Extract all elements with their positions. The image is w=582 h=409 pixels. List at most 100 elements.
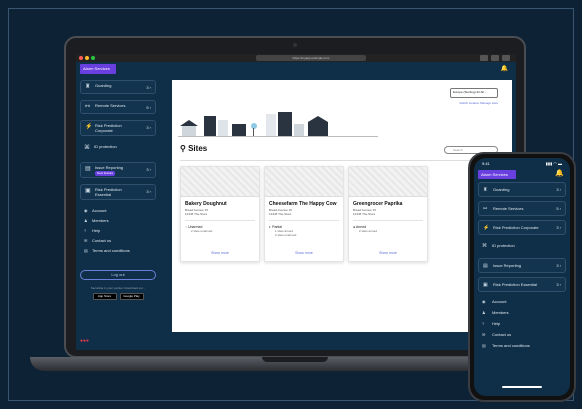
sidebar-links: ◉ Account ♟ Members ? Help ✉ Contact us ▤ Ter… — [80, 206, 168, 256]
show-more-link[interactable]: Show more — [349, 251, 427, 255]
contact-icon: ✉ — [482, 332, 486, 337]
phone-link-contact[interactable]: ✉ Contact us — [474, 329, 570, 340]
phone-header: Alarm Services 🔔 — [474, 168, 570, 182]
report-icon: ▤ — [85, 166, 91, 172]
phone-link-members[interactable]: ♟ Members — [474, 307, 570, 318]
new-feature-badge: New feature — [95, 171, 116, 176]
brand-logo: ●●● — [80, 338, 90, 344]
report-icon: ▤ — [483, 263, 488, 269]
terms-icon: ▤ — [482, 343, 486, 348]
help-icon: ? — [482, 321, 485, 326]
browser-icons — [480, 55, 510, 61]
bell-icon[interactable]: 🔔 — [501, 65, 508, 72]
remote-icon: ⚯ — [85, 104, 91, 110]
sidebar-item-risk-essential[interactable]: ▣ Risk Prediction Essential 3 › — [80, 184, 156, 200]
phone-item-remote[interactable]: ⚯ Remote Services 5 › — [478, 201, 566, 216]
site-address: 12345 The Store — [185, 212, 208, 216]
url-bar[interactable]: https://myapp.example.com — [256, 55, 366, 61]
sidebar-item-label: ID protection — [94, 144, 117, 149]
location-select[interactable]: Europe (Sterling) 22 All... — [450, 88, 498, 98]
phone-item-risk-corporate[interactable]: ⚡ Risk Prediction Corporate 3 › — [478, 220, 566, 235]
location-links[interactable]: Switch location Manage sites — [459, 101, 498, 105]
site-name: Cheesefarm The Happy Cow — [269, 201, 337, 207]
store-buttons: App Store Google Play — [80, 293, 156, 300]
account-icon: ◉ — [482, 299, 486, 304]
link-contact[interactable]: ✉ Contact us — [80, 236, 168, 246]
camera — [293, 43, 297, 47]
share-icon[interactable] — [480, 55, 488, 61]
page-title: ⚲ Sites — [180, 144, 208, 153]
phone-link-account[interactable]: ◉ Account — [474, 296, 570, 307]
divider — [180, 160, 504, 161]
item-label: Remote Services — [493, 206, 524, 211]
divider — [185, 220, 255, 221]
tabs-icon[interactable] — [491, 55, 499, 61]
risk-icon: ▣ — [85, 188, 91, 194]
phone-item-id[interactable]: ⌘ ID protection — [478, 239, 566, 254]
item-label: Risk Prediction Essential — [493, 282, 538, 287]
shield-icon: ◐ — [269, 225, 272, 229]
site-address: 12345 The Store — [353, 212, 376, 216]
sidebar-item-count: 3 › — [146, 167, 151, 172]
link-terms[interactable]: ▤ Terms and conditions — [80, 246, 168, 256]
store-text: Securitas in your pocket. Download our..… — [90, 286, 146, 290]
maximize-dot[interactable] — [91, 56, 95, 60]
phone-status-bar: 9:41 ▮▮▮ ◠ ▬ — [474, 158, 570, 168]
terms-icon: ▤ — [84, 248, 88, 253]
map-thumbnail — [265, 167, 343, 197]
divider — [269, 220, 339, 221]
sidebar-item-label: Issue Reporting New feature — [95, 165, 124, 176]
brand-chip[interactable]: Alarm Services — [478, 170, 516, 179]
site-name: Greengrocer Paprika — [353, 201, 403, 207]
brand-chip[interactable]: Alarm Services — [80, 64, 116, 74]
laptop-notch — [262, 357, 328, 362]
home-indicator[interactable] — [502, 386, 542, 388]
google-play-button[interactable]: Google Play — [119, 293, 144, 300]
site-card[interactable]: Bakery Doughnut Bread Avenue 15 12345 Th… — [180, 166, 260, 262]
map-thumbnail — [349, 167, 427, 197]
app-store-button[interactable]: App Store — [92, 293, 117, 300]
link-help[interactable]: ? Help — [80, 226, 168, 236]
phone-item-issue[interactable]: ▤ Issue Reporting 3 › — [478, 258, 566, 273]
remote-icon: ⚯ — [483, 206, 488, 212]
link-members[interactable]: ♟ Members — [80, 216, 168, 226]
skyline-illustration — [178, 112, 378, 137]
members-icon: ♟ — [84, 218, 88, 223]
sidebar-item-id[interactable]: ⌘ ID protection — [80, 142, 156, 156]
sidebar-item-count: 5 › — [146, 105, 151, 110]
divider — [353, 220, 423, 221]
close-dot[interactable] — [79, 56, 83, 60]
site-address: 12345 The Store — [269, 212, 292, 216]
sidebar-item-remote[interactable]: ⚯ Remote Services 5 › — [80, 100, 156, 114]
sidebar-item-count: 3 › — [146, 125, 151, 130]
sidebar-item-risk-corporate[interactable]: ⚡ Risk Prediction Corporate 3 › — [80, 120, 156, 136]
item-count: 5 › — [556, 206, 561, 211]
site-card[interactable]: Greengrocer Paprika Bread Avenue 15 1234… — [348, 166, 428, 262]
signal-icon: ▮▮▮ ◠ ▬ — [545, 161, 562, 166]
phone-link-help[interactable]: ? Help — [474, 318, 570, 329]
map-thumbnail — [181, 167, 259, 197]
risk-icon: ⚡ — [483, 225, 490, 231]
show-more-link[interactable]: Show more — [265, 251, 343, 255]
phone-item-risk-essential[interactable]: ▣ Risk Prediction Essential 3 › — [478, 277, 566, 292]
phone-time: 9:41 — [482, 161, 490, 166]
link-account[interactable]: ◉ Account — [80, 206, 168, 216]
phone-item-guarding[interactable]: ♜ Guarding 3 › — [478, 182, 566, 197]
show-more-link[interactable]: Show more — [181, 251, 259, 255]
phone-link-terms[interactable]: ▤ Terms and conditions — [474, 340, 570, 351]
item-label: Issue Reporting — [493, 263, 522, 268]
site-status-detail: 2 sites unarmed — [191, 229, 213, 233]
item-label: ID protection — [492, 243, 515, 248]
minimize-dot[interactable] — [85, 56, 89, 60]
bell-icon[interactable]: 🔔 — [555, 169, 564, 177]
id-icon: ⌘ — [482, 243, 487, 249]
logout-button[interactable]: Log out — [80, 270, 156, 280]
shield-icon: ● — [353, 225, 356, 229]
id-icon: ⌘ — [84, 145, 90, 151]
risk-icon: ▣ — [483, 282, 488, 288]
new-tab-icon[interactable] — [502, 55, 510, 61]
sidebar-item-guarding[interactable]: ♜ Guarding 3 › — [80, 80, 156, 94]
sidebar-item-issue[interactable]: ▤ Issue Reporting New feature 3 › — [80, 162, 156, 178]
members-icon: ♟ — [482, 310, 486, 315]
site-card[interactable]: Cheesefarm The Happy Cow Bread Avenue 15… — [264, 166, 344, 262]
